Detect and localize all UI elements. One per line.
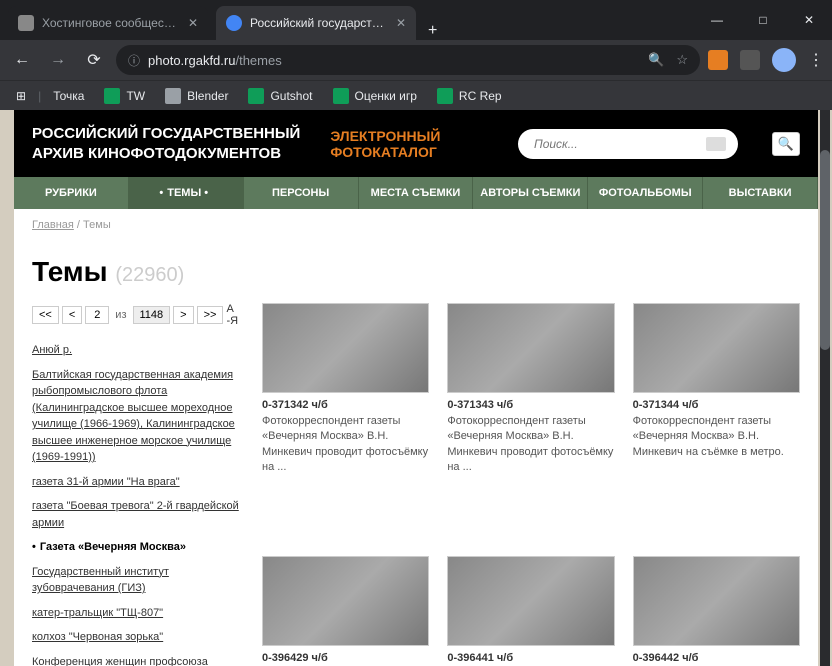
extension-icon[interactable]: [708, 50, 728, 70]
breadcrumb-current: Темы: [83, 219, 111, 231]
theme-link[interactable]: газета 31-й армии "На врага": [32, 476, 180, 488]
extension-icon[interactable]: [740, 50, 760, 70]
result-card[interactable]: 0-371342 ч/б Фотокорреспондент газеты «В…: [262, 303, 429, 538]
card-text: Фотокорреспондент газеты «Вечерняя Москв…: [633, 414, 800, 460]
apps-button[interactable]: ⊞: [8, 89, 34, 103]
menu-icon[interactable]: ⋮: [808, 50, 824, 70]
bookmark-item[interactable]: Оценки игр: [325, 88, 425, 104]
theme-link[interactable]: Анюй р.: [32, 344, 72, 356]
sort-az[interactable]: А -Я: [226, 303, 242, 327]
pager-current-input[interactable]: [85, 306, 109, 324]
zoom-icon[interactable]: 🔍: [648, 52, 664, 68]
bookmark-item[interactable]: RC Rep: [429, 88, 510, 104]
pager-first[interactable]: <<: [32, 306, 59, 324]
catalog-title: ЭЛЕКТРОННЫЙ ФОТОКАТАЛОГ: [330, 128, 440, 160]
keyboard-icon[interactable]: [706, 137, 726, 151]
nav-themes[interactable]: •ТЕМЫ •: [129, 177, 244, 209]
page-viewport: РОССИЙСКИЙ ГОСУДАРСТВЕННЫЙ АРХИВ КИНОФОТ…: [0, 110, 832, 666]
reload-button[interactable]: ⟳: [80, 50, 108, 70]
card-code: 0-371342 ч/б: [262, 399, 429, 411]
favicon: [226, 15, 242, 31]
bookmark-item[interactable]: Blender: [157, 88, 236, 104]
forward-button[interactable]: →: [44, 51, 72, 69]
result-card[interactable]: 0-396441 ч/б Участницы легкоатлетической: [447, 556, 614, 666]
result-card[interactable]: 0-396429 ч/б Зрители на набережной реки …: [262, 556, 429, 666]
site-header: РОССИЙСКИЙ ГОСУДАРСТВЕННЫЙ АРХИВ КИНОФОТ…: [14, 110, 818, 177]
scrollbar-thumb[interactable]: [820, 150, 830, 350]
window-controls: ― □ ✕: [694, 0, 832, 40]
pager-last[interactable]: >>: [197, 306, 224, 324]
browser-tab-0[interactable]: Хостинговое сообщество «Tin ✕: [8, 6, 208, 40]
new-tab-button[interactable]: +: [416, 22, 449, 40]
close-window-button[interactable]: ✕: [786, 0, 832, 40]
bookmark-item[interactable]: Gutshot: [240, 88, 320, 104]
browser-tab-1[interactable]: Российский государственный ✕: [216, 6, 416, 40]
theme-link[interactable]: Государственный институт зубоврачевания …: [32, 566, 169, 595]
thumbnail[interactable]: [447, 303, 614, 393]
theme-link[interactable]: Конференция женщин профсоюза коммунальны…: [32, 656, 208, 666]
card-code: 0-396442 ч/б: [633, 652, 800, 664]
theme-list: Анюй р. Балтийская государственная акаде…: [32, 342, 242, 666]
theme-link[interactable]: газета "Боевая тревога" 2-й гвардейской …: [32, 500, 239, 529]
nav-rubrics[interactable]: РУБРИКИ: [14, 177, 129, 209]
nav-places[interactable]: МЕСТА СЪЕМКИ: [359, 177, 474, 209]
card-code: 0-396429 ч/б: [262, 652, 429, 664]
search-button[interactable]: 🔍: [772, 132, 800, 156]
thumbnail[interactable]: [447, 556, 614, 646]
card-text: Фотокорреспондент газеты «Вечерняя Москв…: [447, 414, 614, 476]
result-card[interactable]: 0-371344 ч/б Фотокорреспондент газеты «В…: [633, 303, 800, 538]
pager-total: 1148: [133, 306, 171, 324]
thumbnail[interactable]: [262, 303, 429, 393]
theme-link[interactable]: катер-тральщик "ТЩ-807": [32, 607, 163, 619]
search-input[interactable]: [524, 137, 706, 151]
bookmark-item[interactable]: Точка: [45, 89, 92, 103]
site-title[interactable]: РОССИЙСКИЙ ГОСУДАРСТВЕННЫЙ АРХИВ КИНОФОТ…: [32, 124, 300, 163]
pager-next[interactable]: >: [173, 306, 193, 324]
result-card[interactable]: 0-396442 ч/б Участницы легкоатлетической: [633, 556, 800, 666]
main-nav: РУБРИКИ •ТЕМЫ • ПЕРСОНЫ МЕСТА СЪЕМКИ АВТ…: [14, 177, 818, 209]
url-text: photo.rgakfd.ru/themes: [148, 53, 282, 68]
theme-link-active[interactable]: •Газета «Вечерняя Москва»: [32, 539, 242, 556]
breadcrumb-home[interactable]: Главная: [32, 219, 74, 231]
close-icon[interactable]: ✕: [188, 16, 198, 30]
bookmarks-bar: ⊞ | Точка TW Blender Gutshot Оценки игр …: [0, 80, 832, 110]
bookmark-item[interactable]: TW: [96, 88, 153, 104]
breadcrumb: Главная / Темы: [14, 209, 818, 241]
results-grid: 0-371342 ч/б Фотокорреспондент газеты «В…: [262, 303, 800, 666]
search-box: [518, 129, 738, 159]
sidebar: << < из 1148 > >> А -Я Анюй р. Балтийска…: [32, 303, 242, 666]
favicon: [18, 15, 34, 31]
nav-albums[interactable]: ФОТОАЛЬБОМЫ: [588, 177, 703, 209]
card-code: 0-371343 ч/б: [447, 399, 614, 411]
tab-title: Хостинговое сообщество «Tin: [42, 16, 180, 30]
card-text: Фотокорреспондент газеты «Вечерняя Москв…: [262, 414, 429, 476]
nav-persons[interactable]: ПЕРСОНЫ: [244, 177, 359, 209]
nav-exhibitions[interactable]: ВЫСТАВКИ: [703, 177, 818, 209]
thumbnail[interactable]: [633, 303, 800, 393]
card-code: 0-371344 ч/б: [633, 399, 800, 411]
minimize-button[interactable]: ―: [694, 0, 740, 40]
site-info-icon[interactable]: ⓘ: [128, 52, 140, 69]
pager-prev[interactable]: <: [62, 306, 82, 324]
page-title: Темы (22960): [14, 241, 818, 303]
tab-title: Российский государственный: [250, 16, 388, 30]
thumbnail[interactable]: [633, 556, 800, 646]
browser-toolbar: ← → ⟳ ⓘ photo.rgakfd.ru/themes 🔍 ☆ ⋮: [0, 40, 832, 80]
card-code: 0-396441 ч/б: [447, 652, 614, 664]
maximize-button[interactable]: □: [740, 0, 786, 40]
nav-authors[interactable]: АВТОРЫ СЪЕМКИ: [473, 177, 588, 209]
back-button[interactable]: ←: [8, 51, 36, 69]
thumbnail[interactable]: [262, 556, 429, 646]
theme-link[interactable]: колхоз "Червоная зорька": [32, 631, 163, 643]
result-card[interactable]: 0-371343 ч/б Фотокорреспондент газеты «В…: [447, 303, 614, 538]
browser-titlebar: Хостинговое сообщество «Tin ✕ Российский…: [0, 0, 832, 40]
pager: << < из 1148 > >> А -Я: [32, 303, 242, 327]
theme-link[interactable]: Балтийская государственная академия рыбо…: [32, 369, 235, 464]
bookmark-star-icon[interactable]: ☆: [676, 52, 688, 68]
address-bar[interactable]: ⓘ photo.rgakfd.ru/themes 🔍 ☆: [116, 45, 700, 75]
profile-avatar[interactable]: [772, 48, 796, 72]
close-icon[interactable]: ✕: [396, 16, 406, 30]
